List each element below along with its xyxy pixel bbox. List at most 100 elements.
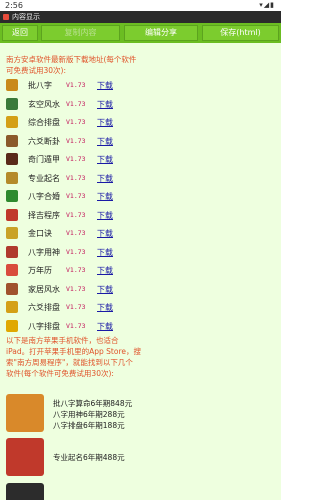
download-link[interactable]: 下载	[97, 247, 113, 258]
qimen-icon	[6, 153, 18, 165]
ios-promo-naming-prices: 专业起名6年期488元	[53, 452, 125, 463]
status-time: 2:56	[5, 1, 23, 10]
app-name: 择吉程序	[28, 210, 60, 220]
price-line: 批八字算命6年期848元	[53, 399, 133, 408]
back-button[interactable]: 返回	[2, 25, 38, 41]
bazi-chart-icon	[6, 319, 18, 332]
android-heading-line: 可免费试用30次):	[6, 66, 66, 75]
chart-layout-icon	[6, 116, 18, 128]
ios-promo-bazi[interactable]: 批八字算命6年期848元 八字用神6年期288元 八字排盘6年期188元	[6, 394, 276, 434]
price-line: 八字排盘6年期188元	[53, 421, 125, 430]
ios-heading-line: iPad。打开苹果手机里的App Store，搜	[6, 347, 141, 356]
app-row: 八字排盘 V1.73 下载	[6, 318, 276, 334]
price-line: 专业起名6年期488元	[53, 453, 125, 462]
download-link[interactable]: 下载	[97, 284, 113, 295]
app-name: 八字排盘	[28, 321, 60, 331]
app-row: 综合排盘 V1.73 下载	[6, 114, 276, 130]
app-row: 八字用神 V1.73 下载	[6, 244, 276, 260]
app-name: 玄空风水	[28, 99, 60, 109]
app-name: 万年历	[28, 266, 52, 275]
price-line: 八字用神6年期288元	[53, 410, 125, 419]
app-row: 家居风水 V1.73 下载	[6, 281, 276, 297]
app-name: 批八字	[28, 81, 52, 90]
app-version: V1.73	[66, 266, 86, 274]
app-name: 六爻断卦	[28, 136, 60, 146]
app-version: V1.73	[66, 247, 86, 256]
app-version: V1.73	[66, 321, 86, 330]
android-section-heading: 南方安卓软件最新版下载地址(每个软件 可免费试用30次):	[6, 54, 276, 76]
edit-share-button[interactable]: 编辑分享	[124, 25, 198, 41]
content-area[interactable]: 南方安卓软件最新版下载地址(每个软件 可免费试用30次): 批八字 V1.73 下载…	[0, 43, 281, 500]
window-title: 内容显示	[12, 13, 40, 21]
app-version: V1.73	[66, 173, 86, 182]
app-name: 家居风水	[28, 284, 60, 294]
auspicious-date-icon	[6, 208, 18, 221]
ios-section-heading: 以下是南方苹果手机软件，也适合 iPad。打开苹果手机里的App Store，搜…	[6, 335, 276, 379]
app-row: 六爻排盘 V1.73 下载	[6, 299, 276, 315]
download-link[interactable]: 下载	[97, 173, 113, 184]
app-version: V1.73	[66, 303, 86, 311]
home-feng-shui-icon	[6, 282, 18, 295]
ios-heading-line: 索"南方周易程序"，就能找到以下几个	[6, 358, 133, 367]
app-version: V1.73	[66, 210, 86, 219]
download-link[interactable]: 下载	[97, 210, 113, 221]
calendar-icon	[6, 264, 18, 276]
signal-battery-icon: ▾◢▮	[259, 1, 275, 9]
download-link[interactable]: 下载	[97, 191, 113, 202]
save-html-button[interactable]: 保存(html)	[202, 25, 279, 41]
app-name: 专业起名	[28, 173, 60, 183]
app-name: 金口诀	[28, 229, 52, 238]
download-link[interactable]: 下载	[97, 154, 113, 165]
app-version: V1.73	[66, 192, 86, 200]
ios-promo-bazi-prices: 批八字算命6年期848元 八字用神6年期288元 八字排盘6年期188元	[53, 398, 132, 431]
marriage-icon	[6, 190, 18, 202]
app-version: V1.73	[66, 81, 86, 89]
bazi-app-image	[6, 394, 44, 432]
download-link[interactable]: 下载	[97, 321, 113, 332]
useful-god-icon	[6, 245, 18, 258]
app-name: 八字用神	[28, 247, 60, 257]
hexagram-icon	[6, 134, 18, 147]
app-row: 万年历 V1.73 下载	[6, 262, 276, 278]
app-version: V1.73	[66, 118, 86, 126]
app-version: V1.73	[66, 136, 86, 145]
golden-mouth-icon	[6, 227, 18, 239]
feng-shui-compass-icon	[6, 97, 18, 110]
android-heading-line: 南方安卓软件最新版下载地址(每个软件	[6, 55, 137, 64]
app-version: V1.73	[66, 99, 86, 108]
ios-promo-naming[interactable]: 专业起名6年期488元	[6, 438, 276, 478]
liuyao-chart-icon	[6, 301, 18, 313]
title-bar: 内容显示	[0, 11, 281, 23]
app-row: 金口诀 V1.73 下载	[6, 225, 276, 241]
next-app-image	[6, 483, 44, 500]
app-version: V1.73	[66, 284, 86, 293]
app-name: 奇门遁甲	[28, 155, 60, 164]
toolbar: 返回 复制内容 编辑分享 保存(html)	[0, 23, 281, 43]
status-bar: 2:56 ▾◢▮	[0, 0, 281, 11]
download-link[interactable]: 下载	[97, 302, 113, 313]
download-link[interactable]: 下载	[97, 80, 113, 91]
download-link[interactable]: 下载	[97, 117, 113, 128]
app-row: 玄空风水 V1.73 下载	[6, 96, 276, 112]
naming-app-image	[6, 438, 44, 476]
naming-icon	[6, 171, 18, 184]
copy-content-button[interactable]: 复制内容	[41, 25, 120, 41]
app-version: V1.73	[66, 229, 86, 237]
download-link[interactable]: 下载	[97, 136, 113, 147]
download-link[interactable]: 下载	[97, 99, 113, 110]
app-icon	[3, 14, 9, 20]
download-link[interactable]: 下载	[97, 228, 113, 239]
app-row: 批八字 V1.73 下载	[6, 77, 276, 93]
app-row: 六爻断卦 V1.73 下载	[6, 133, 276, 149]
app-row: 八字合婚 V1.73 下载	[6, 188, 276, 204]
app-row: 奇门遁甲 V1.73 下载	[6, 151, 276, 167]
app-row: 择吉程序 V1.73 下载	[6, 207, 276, 223]
app-name: 综合排盘	[28, 118, 60, 127]
app-row: 专业起名 V1.73 下载	[6, 170, 276, 186]
app-name: 六爻排盘	[28, 303, 60, 312]
eight-char-icon	[6, 79, 18, 91]
download-link[interactable]: 下载	[97, 265, 113, 276]
app-version: V1.73	[66, 155, 86, 163]
app-name: 八字合婚	[28, 192, 60, 201]
ios-heading-line: 以下是南方苹果手机软件，也适合	[6, 336, 119, 345]
